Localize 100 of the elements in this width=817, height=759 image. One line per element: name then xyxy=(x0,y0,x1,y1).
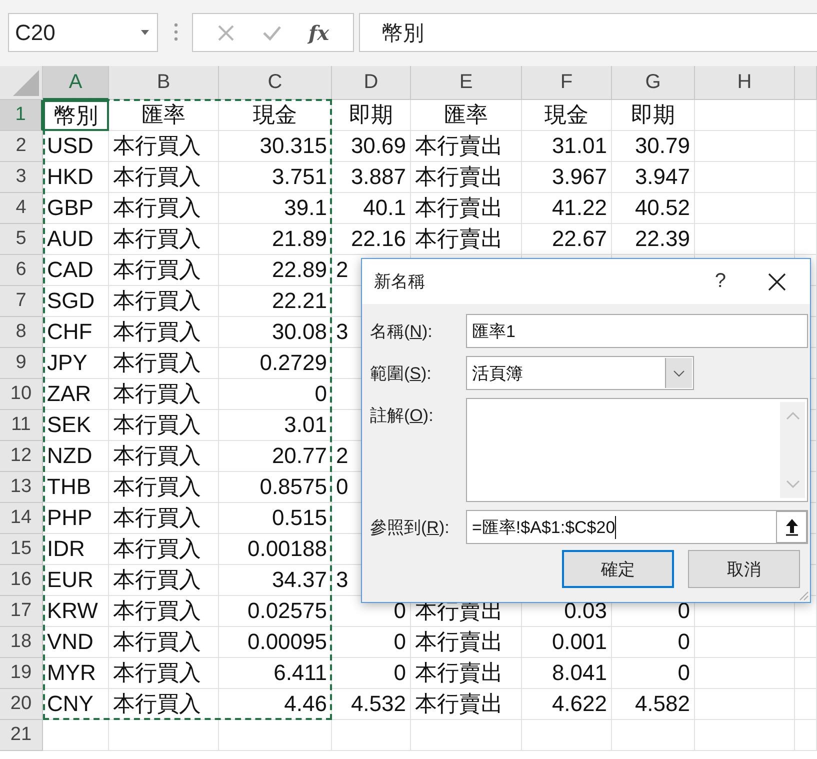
row-header[interactable]: 5 xyxy=(0,224,43,255)
table-cell: 30.69 xyxy=(332,131,411,162)
table-cell: 本行買入 xyxy=(109,627,219,658)
table-cell: MYR xyxy=(43,658,109,689)
column-header[interactable]: F xyxy=(522,66,612,100)
table-cell: 22.21 xyxy=(219,286,332,317)
close-icon[interactable] xyxy=(768,272,786,290)
column-header[interactable] xyxy=(795,66,817,100)
row-header[interactable]: 18 xyxy=(0,627,43,658)
row-header[interactable]: 14 xyxy=(0,503,43,534)
column-header[interactable]: G xyxy=(612,66,695,100)
table-cell: SEK xyxy=(43,410,109,441)
column-header[interactable]: B xyxy=(109,66,219,100)
table-cell: 22.89 xyxy=(219,255,332,286)
row-header[interactable]: 8 xyxy=(0,317,43,348)
comment-field[interactable] xyxy=(466,398,808,502)
table-cell: 本行買入 xyxy=(109,596,219,627)
caret-icon xyxy=(141,30,149,35)
table-cell: IDR xyxy=(43,534,109,565)
table-cell: 30.79 xyxy=(612,131,695,162)
table-cell: 4.532 xyxy=(332,689,411,720)
table-cell: KRW xyxy=(43,596,109,627)
table-cell: 8.041 xyxy=(522,658,612,689)
collapse-button[interactable] xyxy=(776,511,808,543)
row-header[interactable]: 21 xyxy=(0,720,43,751)
table-cell: 本行買入 xyxy=(109,317,219,348)
name-field[interactable]: 匯率1 xyxy=(466,314,808,348)
row-header[interactable]: 17 xyxy=(0,596,43,627)
table-cell: 本行買入 xyxy=(109,472,219,503)
cancel-button[interactable]: 取消 xyxy=(688,550,800,588)
column-header[interactable]: A xyxy=(43,66,109,100)
chevron-down-icon[interactable] xyxy=(786,480,800,488)
row-header[interactable]: 11 xyxy=(0,410,43,441)
table-cell: 22.16 xyxy=(332,224,411,255)
column-header[interactable]: E xyxy=(411,66,522,100)
table-cell: ZAR xyxy=(43,379,109,410)
table-cell: 本行賣出 xyxy=(411,131,522,162)
table-cell: 本行買入 xyxy=(109,224,219,255)
row-header[interactable]: 15 xyxy=(0,534,43,565)
table-cell: 22.39 xyxy=(612,224,695,255)
row-header[interactable]: 19 xyxy=(0,658,43,689)
table-cell: 0 xyxy=(332,658,411,689)
row-header[interactable]: 20 xyxy=(0,689,43,720)
row-header[interactable]: 7 xyxy=(0,286,43,317)
table-cell: 30.08 xyxy=(219,317,332,348)
resize-grip-icon[interactable] xyxy=(797,589,809,601)
table-cell: 0.2729 xyxy=(219,348,332,379)
column-header[interactable]: D xyxy=(332,66,411,100)
table-cell: 41.22 xyxy=(522,193,612,224)
chevron-up-icon[interactable] xyxy=(786,412,800,420)
table-cell: VND xyxy=(43,627,109,658)
row-header[interactable]: 13 xyxy=(0,472,43,503)
table-cell: 即期 xyxy=(332,100,411,131)
table-cell: 20.77 xyxy=(219,441,332,472)
row-header[interactable]: 6 xyxy=(0,255,43,286)
field-label: 註解(O): xyxy=(370,405,434,427)
table-cell: 本行買入 xyxy=(109,193,219,224)
help-button[interactable]: ? xyxy=(714,270,726,293)
table-cell: 30.315 xyxy=(219,131,332,162)
row-header[interactable]: 4 xyxy=(0,193,43,224)
table-cell: 0.00095 xyxy=(219,627,332,658)
table-cell: 0 xyxy=(219,379,332,410)
insert-function-button[interactable]: fx xyxy=(308,20,330,44)
cancel-icon[interactable] xyxy=(216,24,235,42)
column-header[interactable]: C xyxy=(219,66,332,100)
table-cell: 本行買入 xyxy=(109,286,219,317)
table-cell: HKD xyxy=(43,162,109,193)
scope-dropdown[interactable]: 活頁簿 xyxy=(466,356,694,390)
select-all-icon[interactable] xyxy=(13,70,39,96)
table-cell: 本行買入 xyxy=(109,255,219,286)
row-header[interactable]: 16 xyxy=(0,565,43,596)
row-header[interactable]: 2 xyxy=(0,131,43,162)
table-cell: 本行買入 xyxy=(109,534,219,565)
table-cell: 本行買入 xyxy=(109,565,219,596)
table-cell: 31.01 xyxy=(522,131,612,162)
check-icon[interactable] xyxy=(262,24,281,42)
row-header[interactable]: 3 xyxy=(0,162,43,193)
formula-field[interactable]: 幣別 xyxy=(359,13,817,52)
row-header[interactable]: 1 xyxy=(0,100,43,131)
table-cell: 本行賣出 xyxy=(411,224,522,255)
row-header[interactable]: 9 xyxy=(0,348,43,379)
name-box[interactable]: C20 xyxy=(8,13,158,52)
table-cell: 匯率 xyxy=(411,100,522,131)
table-cell: 4.46 xyxy=(219,689,332,720)
table-cell: 0.515 xyxy=(219,503,332,534)
chevron-down-icon xyxy=(673,370,685,376)
table-cell: 本行買入 xyxy=(109,503,219,534)
table-cell: JPY xyxy=(43,348,109,379)
field-label: 參照到(R): xyxy=(370,517,450,539)
row-header[interactable]: 10 xyxy=(0,379,43,410)
table-cell: 本行賣出 xyxy=(411,162,522,193)
table-cell: 0 xyxy=(332,627,411,658)
column-header[interactable]: H xyxy=(695,66,795,100)
table-cell: 3.967 xyxy=(522,162,612,193)
table-cell: 本行買入 xyxy=(109,348,219,379)
row-header[interactable]: 12 xyxy=(0,441,43,472)
ok-button[interactable]: 確定 xyxy=(562,550,674,588)
table-cell: 本行賣出 xyxy=(411,689,522,720)
table-cell: 本行買入 xyxy=(109,131,219,162)
arrow-up-icon xyxy=(784,518,799,536)
